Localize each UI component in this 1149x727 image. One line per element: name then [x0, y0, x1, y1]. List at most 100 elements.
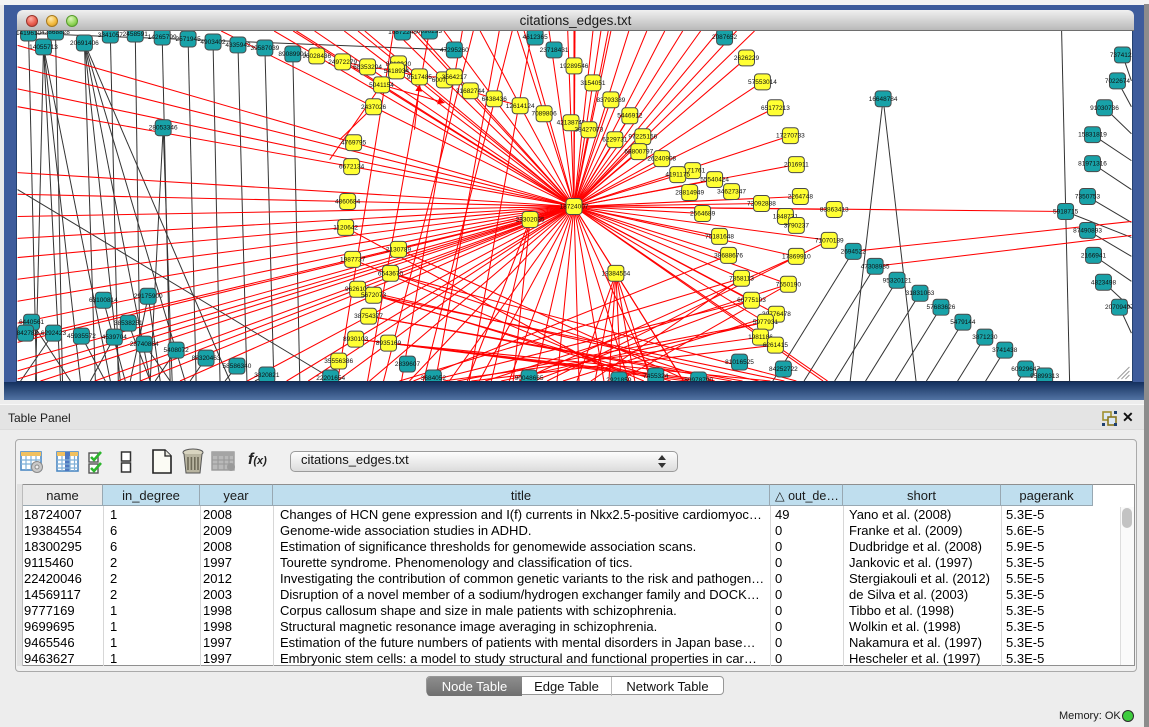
- svg-text:83793389: 83793389: [597, 97, 626, 104]
- svg-text:20691406: 20691406: [70, 40, 99, 47]
- svg-text:5918715: 5918715: [1053, 208, 1079, 215]
- svg-text:60929647: 60929647: [1011, 366, 1040, 373]
- svg-text:5418934: 5418934: [384, 68, 410, 75]
- svg-text:42868828: 42868828: [41, 31, 70, 36]
- svg-text:23302035: 23302035: [516, 216, 545, 223]
- svg-text:19289546: 19289546: [560, 63, 589, 70]
- svg-text:10872248: 10872248: [388, 31, 417, 36]
- svg-text:81016525: 81016525: [725, 359, 754, 366]
- svg-text:2921859: 2921859: [606, 377, 632, 382]
- svg-text:66775103: 66775103: [737, 297, 766, 304]
- svg-text:81971316: 81971316: [1078, 161, 1107, 168]
- svg-text:7358113: 7358113: [729, 275, 754, 282]
- svg-text:89978790: 89978790: [684, 377, 713, 382]
- svg-text:2016911: 2016911: [784, 162, 809, 169]
- svg-text:7455324: 7455324: [643, 373, 669, 380]
- svg-text:31831063: 31831063: [906, 290, 935, 297]
- svg-text:2437026: 2437026: [361, 104, 387, 111]
- svg-text:58586340: 58586340: [223, 363, 252, 370]
- svg-text:1987737: 1987737: [340, 256, 366, 263]
- svg-text:4539704: 4539704: [102, 334, 128, 341]
- svg-text:57683626: 57683626: [927, 304, 956, 311]
- svg-text:7089806: 7089806: [531, 111, 557, 118]
- svg-text:14265799: 14265799: [148, 34, 177, 41]
- svg-text:6438436: 6438436: [482, 96, 508, 103]
- svg-text:4335942: 4335942: [225, 42, 251, 49]
- svg-text:63100814: 63100814: [89, 297, 118, 304]
- svg-text:8090293: 8090293: [417, 31, 443, 35]
- svg-text:2564689: 2564689: [690, 210, 716, 217]
- svg-text:3320821: 3320821: [254, 372, 280, 379]
- svg-text:31682744: 31682744: [456, 88, 485, 95]
- svg-text:7374122: 7374122: [1110, 52, 1133, 59]
- svg-text:3741438: 3741438: [992, 347, 1018, 354]
- svg-text:9517485: 9517485: [407, 74, 433, 81]
- svg-text:15831819: 15831819: [1078, 132, 1107, 139]
- svg-text:47295260: 47295260: [440, 47, 469, 54]
- svg-text:14055713: 14055713: [29, 44, 58, 51]
- svg-text:19384554: 19384554: [601, 270, 630, 277]
- svg-text:95899313: 95899313: [1030, 373, 1059, 380]
- svg-text:57553014: 57553014: [748, 79, 777, 86]
- svg-text:8930103: 8930103: [343, 336, 369, 343]
- svg-text:45935572: 45935572: [67, 333, 96, 340]
- svg-text:90048665: 90048665: [515, 375, 544, 382]
- svg-text:1120642: 1120642: [333, 224, 358, 231]
- svg-text:7350753: 7350753: [1075, 194, 1101, 201]
- svg-text:68353204: 68353204: [353, 64, 382, 71]
- svg-text:34627347: 34627347: [717, 189, 746, 196]
- svg-text:5408072: 5408072: [164, 347, 190, 354]
- svg-text:75181648: 75181648: [705, 233, 734, 240]
- svg-text:18724007: 18724007: [560, 203, 589, 210]
- svg-text:38754377: 38754377: [354, 313, 383, 320]
- svg-text:28740864: 28740864: [130, 341, 159, 348]
- svg-text:35556386: 35556386: [324, 358, 353, 365]
- svg-text:16648784: 16648784: [869, 96, 898, 103]
- svg-text:3684052: 3684052: [421, 375, 447, 382]
- svg-text:1419610: 1419610: [16, 31, 42, 37]
- svg-text:2694522: 2694522: [841, 248, 867, 255]
- svg-text:23718431: 23718431: [540, 47, 569, 54]
- svg-text:71070189: 71070189: [815, 237, 844, 244]
- svg-text:38538251: 38538251: [114, 320, 143, 327]
- svg-text:4823498: 4823498: [1091, 279, 1117, 286]
- svg-text:5041154: 5041154: [369, 82, 394, 89]
- svg-text:6672134: 6672134: [339, 164, 365, 171]
- svg-text:2571945: 2571945: [176, 36, 202, 43]
- svg-text:38427073: 38427073: [575, 127, 604, 134]
- svg-text:2458591: 2458591: [123, 31, 149, 38]
- svg-text:28814949: 28814949: [675, 190, 704, 197]
- svg-text:29175900: 29175900: [134, 293, 163, 300]
- svg-text:5446912: 5446912: [617, 113, 643, 120]
- svg-text:4842788: 4842788: [16, 330, 39, 337]
- svg-text:5479144: 5479144: [950, 319, 976, 326]
- svg-text:6229731: 6229731: [602, 137, 628, 144]
- svg-text:3871230: 3871230: [972, 334, 998, 341]
- svg-text:5672073: 5672073: [361, 292, 387, 299]
- svg-text:2264748: 2264748: [788, 194, 814, 201]
- svg-text:12614124: 12614124: [506, 103, 535, 110]
- svg-text:91030736: 91030736: [1090, 105, 1119, 112]
- svg-text:97225156: 97225156: [628, 134, 657, 141]
- svg-text:7022674: 7022674: [1105, 78, 1131, 85]
- svg-text:17270733: 17270733: [776, 133, 805, 140]
- svg-text:96028436: 96028436: [302, 53, 331, 60]
- svg-text:38688676: 38688676: [714, 252, 743, 259]
- svg-text:65177213: 65177213: [761, 105, 790, 112]
- svg-text:6543670: 6543670: [378, 270, 404, 277]
- svg-text:2087652: 2087652: [712, 34, 738, 41]
- svg-text:2130789: 2130789: [386, 246, 412, 253]
- svg-text:6261415: 6261415: [763, 342, 789, 349]
- svg-text:83863413: 83863413: [820, 206, 849, 213]
- svg-text:5977931: 5977931: [753, 319, 779, 326]
- svg-text:4860684: 4860684: [335, 199, 361, 206]
- svg-text:7550190: 7550190: [776, 281, 802, 288]
- svg-text:84252722: 84252722: [769, 366, 798, 373]
- svg-text:6292423: 6292423: [41, 330, 67, 337]
- svg-text:4191175: 4191175: [665, 172, 690, 179]
- svg-text:3341057: 3341057: [98, 32, 124, 39]
- svg-text:68800797: 68800797: [624, 149, 653, 156]
- svg-text:2626229: 2626229: [734, 55, 760, 62]
- svg-text:22201654: 22201654: [316, 375, 345, 382]
- svg-text:4903402: 4903402: [200, 39, 226, 46]
